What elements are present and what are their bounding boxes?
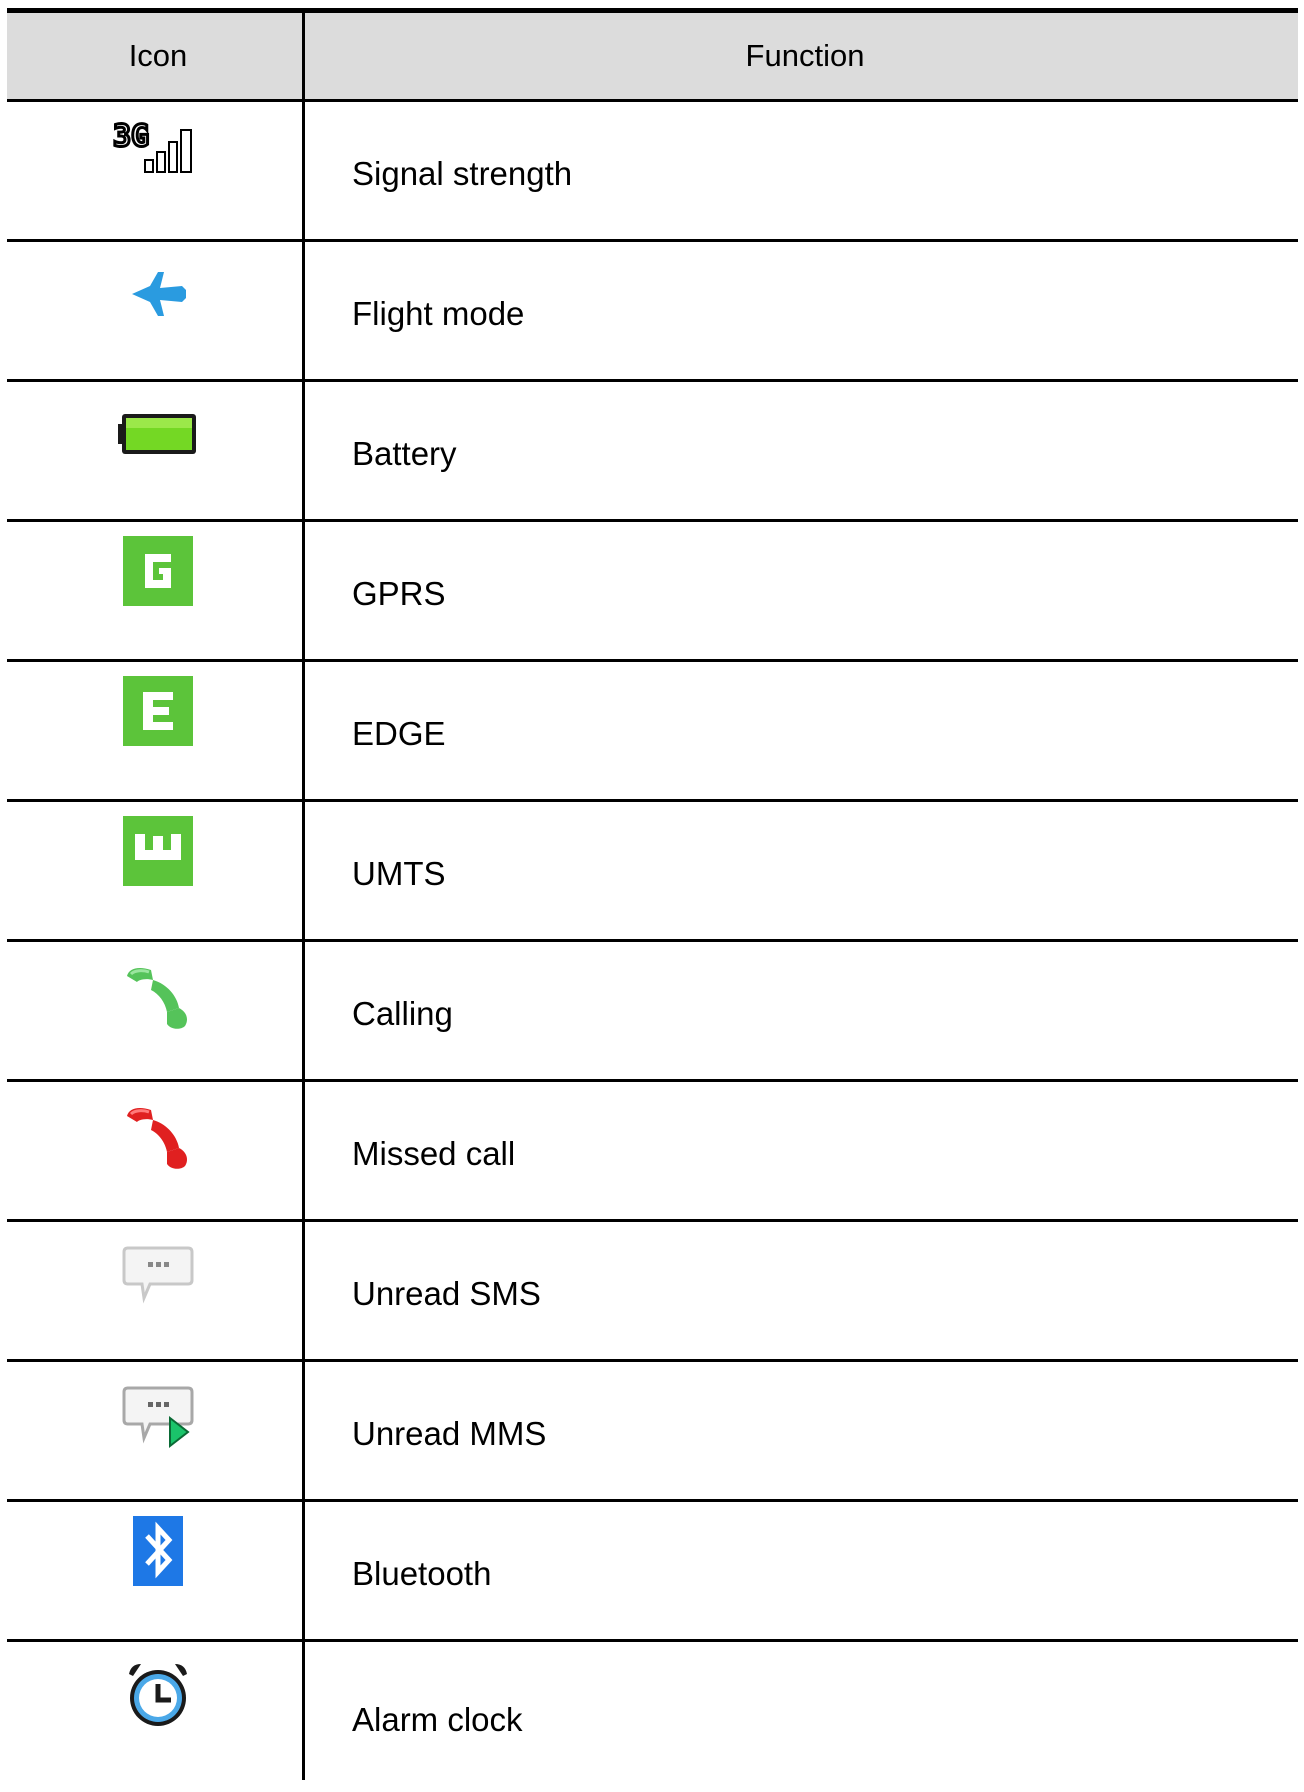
icon-cell bbox=[7, 1642, 309, 1792]
edge-icon bbox=[123, 676, 193, 746]
table-row: Battery bbox=[7, 382, 1298, 522]
unread-mms-icon bbox=[122, 1386, 194, 1449]
gprs-icon bbox=[123, 536, 193, 606]
calling-icon bbox=[127, 968, 187, 1029]
umts-icon bbox=[123, 816, 193, 886]
table-row: UMTS bbox=[7, 802, 1298, 942]
table-row: EDGE bbox=[7, 662, 1298, 802]
icon-cell: 3G bbox=[7, 102, 309, 239]
signal-3g-icon: 3G bbox=[113, 118, 192, 173]
function-label: UMTS bbox=[352, 854, 446, 892]
table-row: Missed call bbox=[7, 1082, 1298, 1222]
table-row: Unread MMS bbox=[7, 1362, 1298, 1502]
icon-cell bbox=[7, 1362, 309, 1499]
function-label: Battery bbox=[352, 434, 457, 472]
header-icon-column: Icon bbox=[128, 38, 188, 73]
table-row: Calling bbox=[7, 942, 1298, 1082]
icon-cell bbox=[7, 522, 309, 659]
icon-cell bbox=[7, 802, 309, 939]
function-label: GPRS bbox=[352, 574, 446, 612]
icon-cell bbox=[7, 242, 309, 379]
function-label: Alarm clock bbox=[352, 1701, 523, 1738]
function-label: Unread MMS bbox=[352, 1414, 547, 1452]
missed-call-icon bbox=[127, 1108, 187, 1169]
icon-function-table: Icon Function 3G Signal strength Flight … bbox=[7, 8, 1298, 1792]
function-label: Calling bbox=[352, 994, 453, 1032]
bluetooth-icon bbox=[133, 1516, 183, 1586]
icon-cell bbox=[7, 662, 309, 799]
function-label: Signal strength bbox=[352, 154, 573, 192]
icon-cell bbox=[7, 1082, 309, 1219]
function-label: Missed call bbox=[352, 1134, 516, 1172]
icon-cell bbox=[7, 1502, 309, 1639]
function-label: Flight mode bbox=[352, 294, 525, 332]
icon-cell bbox=[7, 382, 309, 519]
table-row: Unread SMS bbox=[7, 1222, 1298, 1362]
column-divider bbox=[302, 8, 305, 1780]
function-label: Unread SMS bbox=[352, 1274, 541, 1312]
table-header: Icon Function bbox=[7, 8, 1298, 102]
header-function-column: Function bbox=[745, 38, 865, 73]
icon-cell bbox=[7, 942, 309, 1079]
table-row: 3G Signal strength bbox=[7, 102, 1298, 242]
function-label: EDGE bbox=[352, 714, 446, 752]
function-label: Bluetooth bbox=[352, 1554, 492, 1592]
icon-cell bbox=[7, 1222, 309, 1359]
table-row: GPRS bbox=[7, 522, 1298, 662]
svg-text:3G: 3G bbox=[113, 119, 149, 154]
alarm-clock-icon bbox=[129, 1664, 187, 1726]
table-row: Flight mode bbox=[7, 242, 1298, 382]
airplane-icon bbox=[132, 272, 186, 316]
table-row: Bluetooth bbox=[7, 1502, 1298, 1642]
battery-icon bbox=[118, 414, 196, 454]
unread-sms-icon bbox=[122, 1246, 194, 1304]
table-row: Alarm clock bbox=[7, 1642, 1298, 1792]
